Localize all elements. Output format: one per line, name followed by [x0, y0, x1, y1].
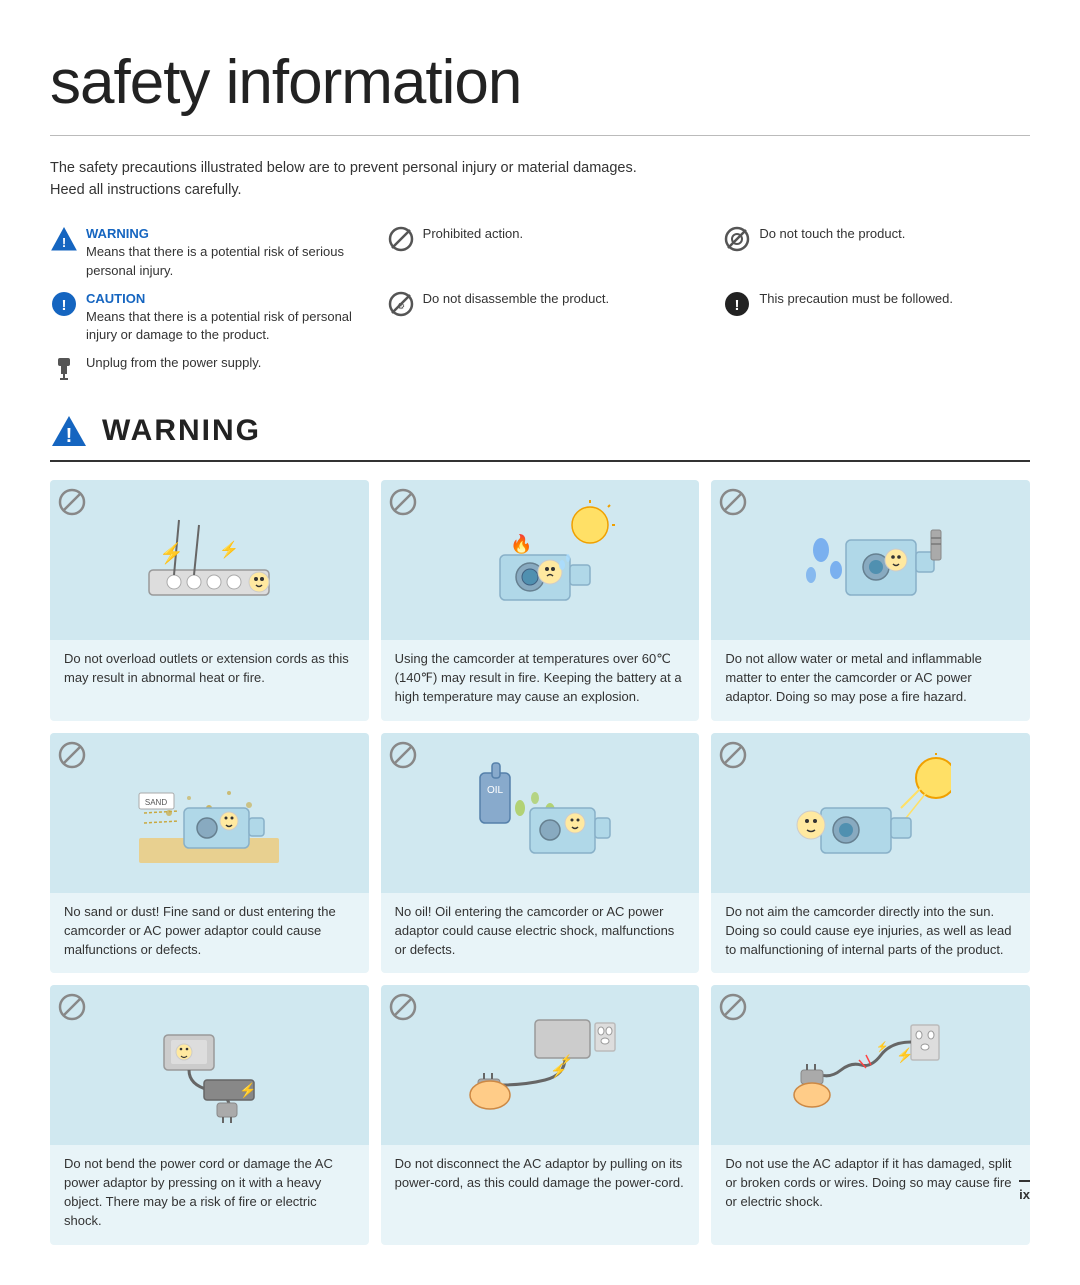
- prohibited-overlay-icon2: [389, 488, 417, 516]
- card-oil: OIL No oil! Oil entering the camcorder o…: [381, 733, 700, 974]
- prohibited-overlay-icon9: [719, 993, 747, 1021]
- disconnect-illustration: ⚡ ⚡: [460, 1005, 620, 1125]
- overload-illustration: ⚡ ⚡: [129, 500, 289, 620]
- card-damaged-adaptor-text: Do not use the AC adaptor if it has dama…: [711, 1155, 1030, 1212]
- page-number-container: ix: [1019, 1180, 1030, 1204]
- warning-cards-grid: ⚡ ⚡ Do not overload outlets or extension…: [50, 480, 1030, 1244]
- caution-label: CAUTION: [86, 290, 357, 308]
- svg-text:⚡: ⚡: [876, 1040, 888, 1053]
- card-overload-text: Do not overload outlets or extension cor…: [50, 650, 369, 688]
- card-sun-text: Do not aim the camcorder directly into t…: [711, 903, 1030, 960]
- legend-unplug: Unplug from the power supply.: [50, 354, 357, 382]
- temperature-illustration: 🔥: [460, 500, 620, 620]
- svg-text:⚡: ⚡: [159, 541, 184, 565]
- svg-text:⚙: ⚙: [397, 301, 405, 311]
- warning-section-title: WARNING: [102, 410, 261, 452]
- card-power-cord-image: ⚡: [50, 985, 369, 1145]
- card-oil-image: OIL: [381, 733, 700, 893]
- card-temperature: 🔥 Using the camcorder at temperatures ov…: [381, 480, 700, 721]
- no-touch-icon: [723, 225, 751, 253]
- svg-text:⚡: ⚡: [239, 1082, 256, 1099]
- prohibited-overlay-icon3: [719, 488, 747, 516]
- svg-text:⚡: ⚡: [219, 540, 239, 559]
- must-follow-description: This precaution must be followed.: [759, 290, 953, 308]
- card-sand-dust: SAND No sand or dust! Fine sand or dust …: [50, 733, 369, 974]
- no-disassemble-icon: ⚙: [387, 290, 415, 318]
- legend-warning: ! WARNING Means that there is a potentia…: [50, 225, 357, 280]
- card-sun-image: [711, 733, 1030, 893]
- svg-text:⚡: ⚡: [896, 1047, 913, 1064]
- page-number-line: ix: [1019, 1180, 1030, 1204]
- prohibited-icon: [387, 225, 415, 253]
- svg-text:🔥: 🔥: [510, 533, 532, 554]
- prohibited-overlay-icon6: [719, 741, 747, 769]
- card-sand-dust-image: SAND: [50, 733, 369, 893]
- svg-text:!: !: [735, 297, 740, 314]
- svg-text:!: !: [62, 297, 67, 314]
- prohibited-overlay-icon8: [389, 993, 417, 1021]
- warning-header-icon: !: [50, 412, 88, 450]
- legend-must-follow: ! This precaution must be followed.: [723, 290, 1030, 345]
- legend-no-disassemble: ⚙ Do not disassemble the product.: [387, 290, 694, 345]
- oil-illustration: OIL: [460, 753, 620, 873]
- water-illustration: [791, 500, 951, 620]
- card-water-metal-image: [711, 480, 1030, 640]
- card-oil-text: No oil! Oil entering the camcorder or AC…: [381, 903, 700, 960]
- card-sun: Do not aim the camcorder directly into t…: [711, 733, 1030, 974]
- legend-section: ! WARNING Means that there is a potentia…: [50, 225, 1030, 382]
- caution-circle-icon: !: [50, 290, 78, 318]
- page-title: safety information: [50, 40, 1030, 136]
- prohibited-overlay-icon: [58, 488, 86, 516]
- svg-text:OIL: OIL: [487, 785, 504, 796]
- svg-text:⚡: ⚡: [560, 1053, 572, 1066]
- prohibited-overlay-icon4: [58, 741, 86, 769]
- unplug-icon: [50, 354, 78, 382]
- warning-section-header: ! WARNING: [50, 410, 1030, 462]
- svg-text:SAND: SAND: [145, 798, 167, 807]
- card-damaged-adaptor-image: ⚡ ⚡: [711, 985, 1030, 1145]
- damaged-illustration: ⚡ ⚡: [791, 1005, 951, 1125]
- legend-no-touch: Do not touch the product.: [723, 225, 1030, 280]
- card-water-metal-text: Do not allow water or metal and inflamma…: [711, 650, 1030, 707]
- card-power-cord-text: Do not bend the power cord or damage the…: [50, 1155, 369, 1230]
- no-touch-description: Do not touch the product.: [759, 225, 905, 243]
- card-overload: ⚡ ⚡ Do not overload outlets or extension…: [50, 480, 369, 721]
- prohibited-description: Prohibited action.: [423, 225, 523, 243]
- warning-triangle-icon: !: [50, 225, 78, 253]
- prohibited-overlay-icon7: [58, 993, 86, 1021]
- prohibited-overlay-icon5: [389, 741, 417, 769]
- legend-caution: ! CAUTION Means that there is a potentia…: [50, 290, 357, 345]
- warning-label: WARNING: [86, 225, 357, 243]
- svg-text:!: !: [66, 425, 73, 447]
- card-water-metal: Do not allow water or metal and inflamma…: [711, 480, 1030, 721]
- svg-text:!: !: [62, 235, 66, 250]
- unplug-description: Unplug from the power supply.: [86, 354, 261, 372]
- no-disassemble-description: Do not disassemble the product.: [423, 290, 609, 308]
- power-cord-illustration: ⚡: [129, 1005, 289, 1125]
- card-damaged-adaptor: ⚡ ⚡ Do not use the AC adaptor if it has …: [711, 985, 1030, 1244]
- intro-text: The safety precautions illustrated below…: [50, 158, 1030, 202]
- page-number-text: ix: [1019, 1187, 1030, 1202]
- card-power-cord: ⚡ Do not bend the power cord or damage t…: [50, 985, 369, 1244]
- card-disconnect-text: Do not disconnect the AC adaptor by pull…: [381, 1155, 700, 1193]
- warning-description: Means that there is a potential risk of …: [86, 243, 357, 279]
- must-follow-icon: !: [723, 290, 751, 318]
- card-overload-image: ⚡ ⚡: [50, 480, 369, 640]
- card-temperature-image: 🔥: [381, 480, 700, 640]
- card-temperature-text: Using the camcorder at temperatures over…: [381, 650, 700, 707]
- caution-description: Means that there is a potential risk of …: [86, 308, 357, 344]
- card-disconnect: ⚡ ⚡ Do not disconnect the AC adaptor by …: [381, 985, 700, 1244]
- legend-prohibited: Prohibited action.: [387, 225, 694, 280]
- card-sand-dust-text: No sand or dust! Fine sand or dust enter…: [50, 903, 369, 960]
- sun-illustration: [791, 753, 951, 873]
- card-disconnect-image: ⚡ ⚡: [381, 985, 700, 1145]
- sand-illustration: SAND: [129, 753, 289, 873]
